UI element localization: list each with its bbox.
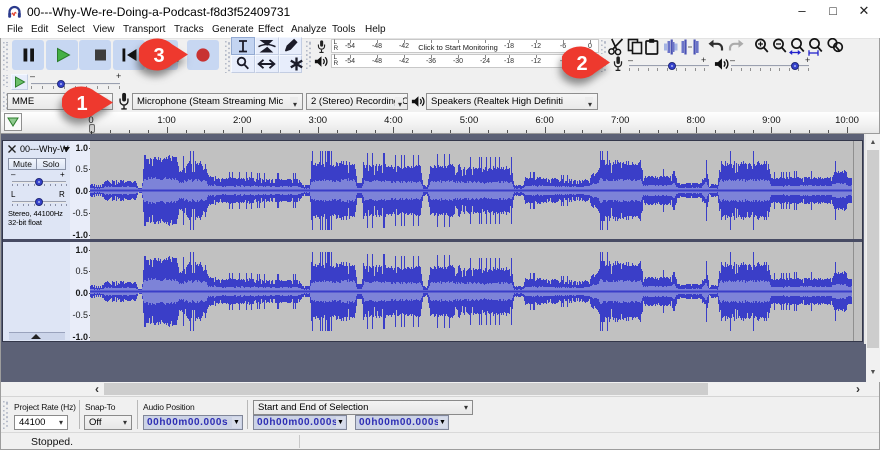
- svg-text:1: 1: [76, 93, 87, 115]
- svg-text:3: 3: [153, 45, 164, 67]
- svg-text:2: 2: [576, 53, 587, 75]
